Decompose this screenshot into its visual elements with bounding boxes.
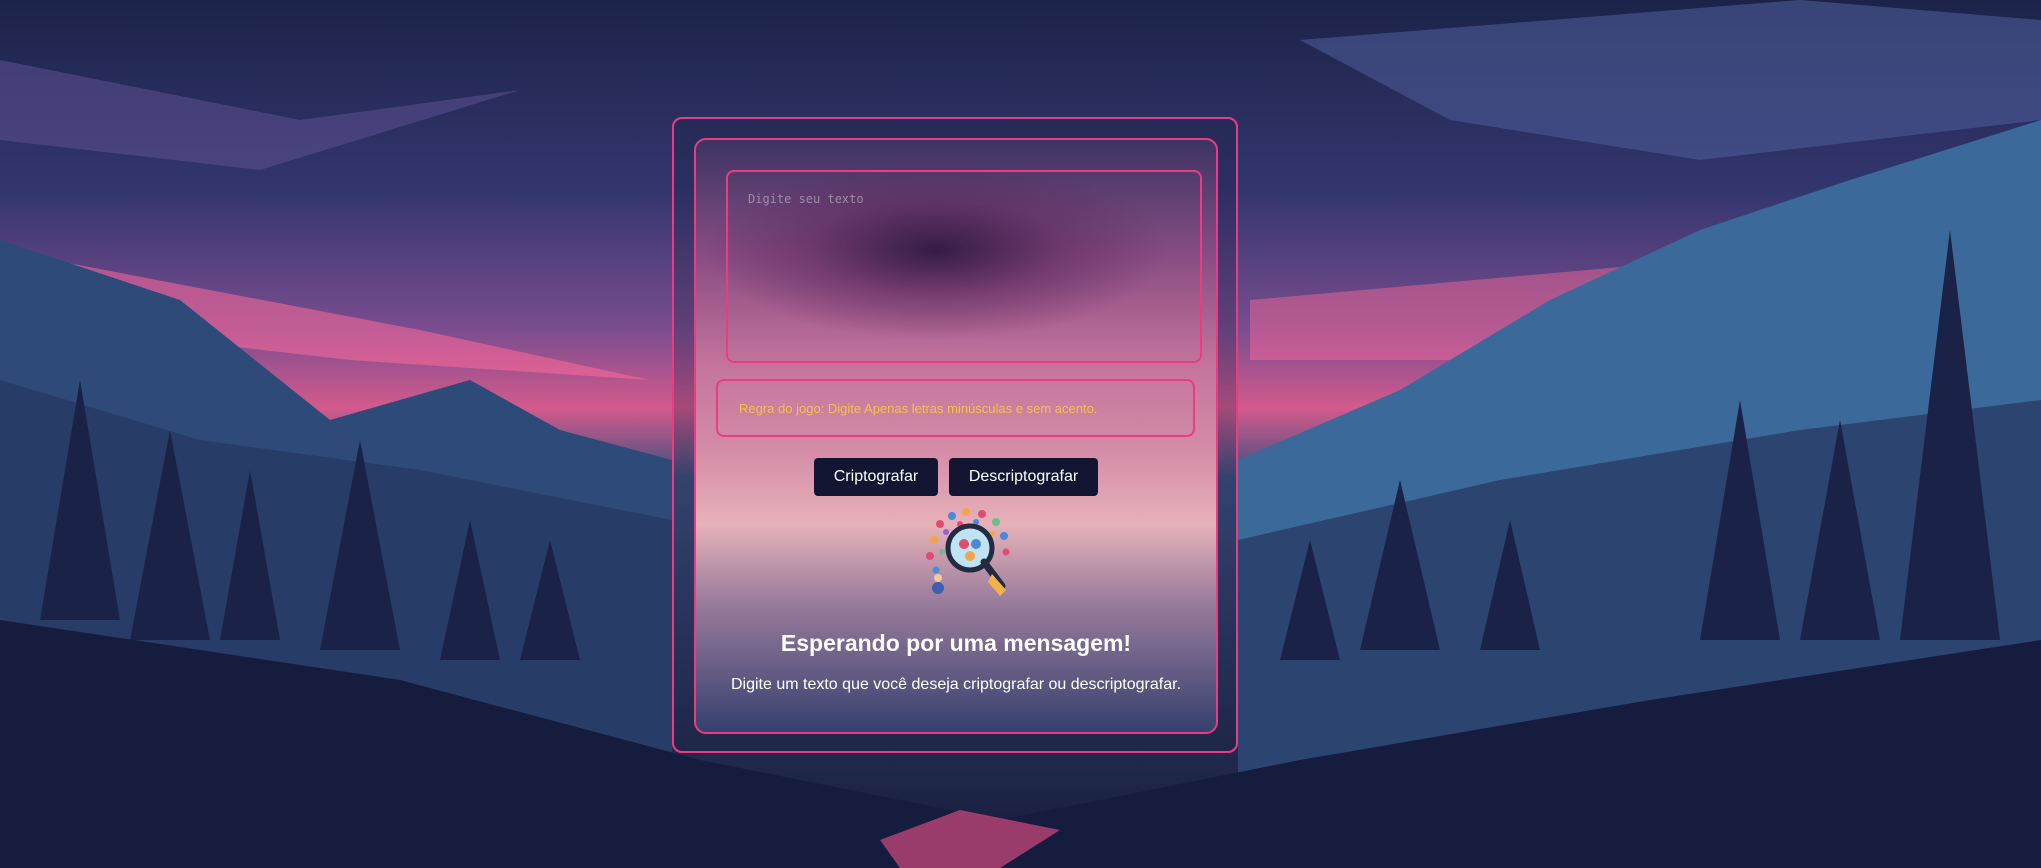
rule-text: Regra do jogo: Digite Apenas letras minú… [739,400,1098,416]
status-description: Digite um texto que você deseja criptogr… [730,676,1182,693]
encrypt-button[interactable]: Criptografar [814,458,938,496]
message-input[interactable] [726,170,1202,363]
rule-notice: Regra do jogo: Digite Apenas letras minú… [716,379,1195,437]
decrypt-button[interactable]: Descriptografar [949,458,1098,496]
status-title: Esperando por uma mensagem! [780,630,1132,656]
magnifying-glass-illustration-icon [920,504,1020,604]
